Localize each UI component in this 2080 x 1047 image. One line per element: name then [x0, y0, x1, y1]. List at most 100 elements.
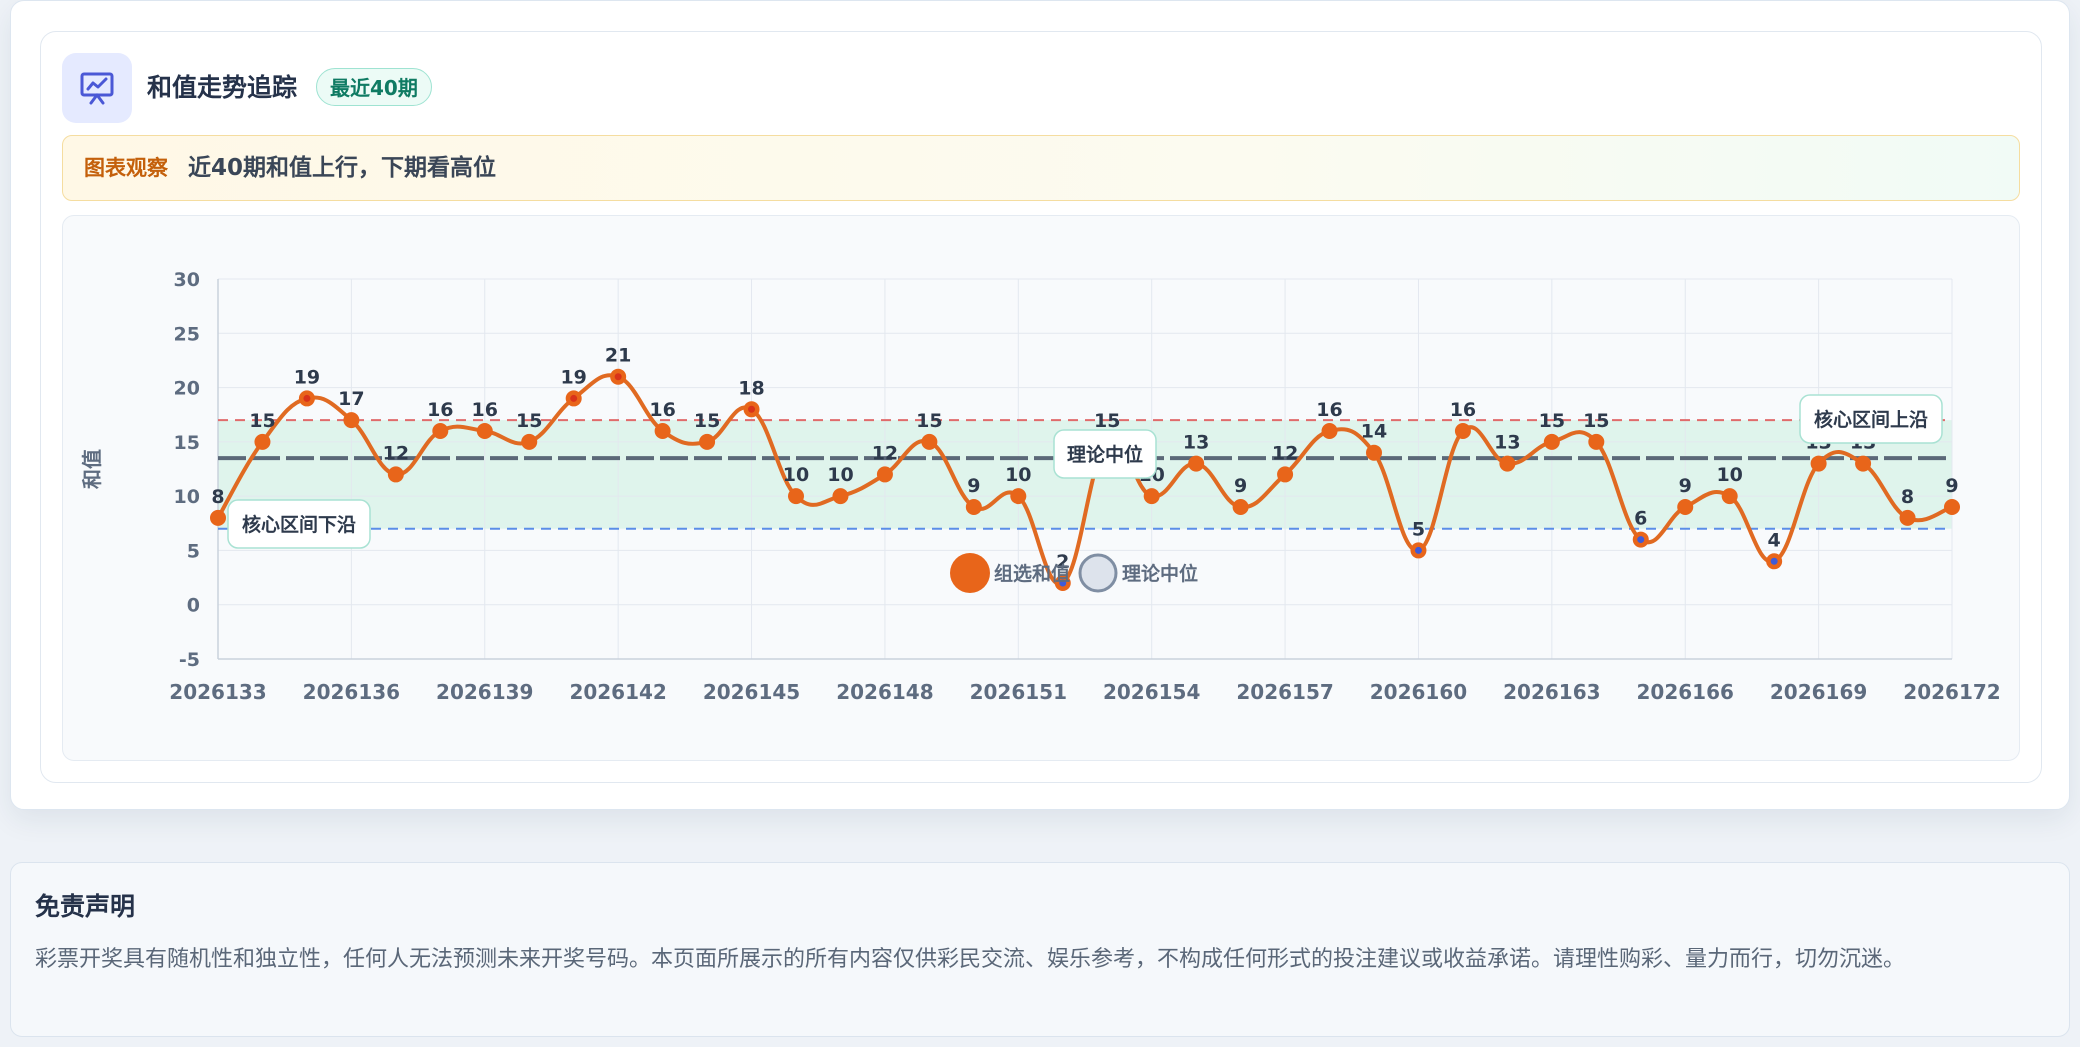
- data-label: 4: [1768, 529, 1781, 551]
- sum-point: [1677, 499, 1694, 515]
- x-tick-label: 2026151: [970, 680, 1067, 704]
- data-label: 12: [872, 442, 898, 464]
- x-tick-label: 2026139: [436, 680, 533, 704]
- sum-point: [476, 423, 493, 439]
- legend-label-sum: 组选和值: [994, 562, 1070, 585]
- data-label: 15: [1583, 410, 1609, 432]
- data-label: 17: [338, 388, 364, 410]
- data-label: 10: [783, 464, 809, 486]
- legend-swatch-sum: [950, 553, 990, 593]
- y-tick-label: 15: [174, 432, 200, 454]
- observation-tag: 图表观察: [84, 156, 168, 180]
- sum-point: [1232, 499, 1249, 515]
- sum-point: [832, 488, 849, 505]
- y-tick-label: 10: [174, 486, 200, 508]
- data-label: 15: [516, 410, 542, 432]
- x-tick-label: 2026145: [703, 680, 800, 704]
- data-label: 13: [1183, 432, 1209, 454]
- chart-observation: 图表观察 近40期和值上行，下期看高位: [62, 135, 2020, 201]
- data-label: 12: [383, 442, 409, 464]
- sum-point: [254, 433, 271, 450]
- sum-point: [1899, 509, 1916, 526]
- legend-label-median: 理论中位: [1122, 562, 1198, 585]
- data-label: 13: [1494, 432, 1520, 454]
- disclaimer-text: 彩票开奖具有随机性和独立性，任何人无法预测未来开奖号码。本页面所展示的所有内容仅…: [35, 947, 1906, 972]
- sum-point: [654, 423, 671, 439]
- sum-point: [876, 466, 893, 483]
- data-label: 9: [1234, 475, 1247, 497]
- presentation-chart-icon: [62, 53, 132, 123]
- data-label: 12: [1272, 442, 1298, 464]
- sum-trend-panel: 和值走势追踪 最近40期 图表观察 近40期和值上行，下期看高位 -5 0 5 10 1…: [40, 31, 2042, 783]
- data-label: 19: [294, 366, 320, 388]
- y-axis-title: 和值: [80, 449, 104, 489]
- panel-title: 和值走势追踪: [147, 73, 298, 102]
- trend-card: 和值走势追踪 最近40期 图表观察 近40期和值上行，下期看高位 -5 0 5 10 1…: [10, 0, 2070, 810]
- sum-point: [1810, 455, 1827, 472]
- data-label: 15: [1539, 410, 1565, 432]
- data-label: 8: [1901, 486, 1914, 508]
- sum-point: [1721, 488, 1738, 505]
- x-tick-label: 2026148: [836, 680, 933, 704]
- y-tick-label: 5: [187, 540, 200, 562]
- hot-marker: [303, 394, 311, 402]
- sum-point: [343, 412, 360, 429]
- x-tick-label: 2026154: [1103, 680, 1200, 704]
- sum-point: [387, 466, 404, 483]
- sum-point: [1277, 466, 1294, 483]
- cold-marker: [1637, 536, 1645, 544]
- y-tick-label: 30: [174, 269, 200, 291]
- data-label: 16: [1316, 399, 1342, 421]
- data-label: 6: [1634, 508, 1647, 530]
- y-tick-label: -5: [179, 649, 200, 671]
- data-label: 15: [249, 410, 275, 432]
- data-label: 16: [1450, 399, 1476, 421]
- lower-annotation: 核心区间下沿: [242, 513, 356, 536]
- x-tick-label: 2026136: [303, 680, 400, 704]
- data-label: 16: [472, 399, 498, 421]
- data-label: 16: [427, 399, 453, 421]
- hot-marker: [614, 373, 622, 381]
- sum-point: [1454, 423, 1471, 439]
- data-label: 10: [1005, 464, 1031, 486]
- x-tick-label: 2026157: [1236, 680, 1333, 704]
- sum-point: [965, 499, 982, 515]
- hot-marker: [748, 405, 756, 413]
- sum-point: [1588, 433, 1605, 450]
- data-label: 10: [827, 464, 853, 486]
- sum-point: [1143, 488, 1160, 505]
- upper-annotation: 核心区间上沿: [1814, 408, 1928, 431]
- sum-point: [1010, 488, 1027, 505]
- disclaimer-title: 免责声明: [35, 892, 136, 921]
- median-annotation: 理论中位: [1067, 443, 1143, 466]
- disclaimer-card: 免责声明 彩票开奖具有随机性和独立性，任何人无法预测未来开奖号码。本页面所展示的…: [10, 862, 2070, 1037]
- data-label: 10: [1716, 464, 1742, 486]
- data-label: 15: [916, 410, 942, 432]
- legend-swatch-median: [1078, 553, 1118, 593]
- sum-trend-chart: -5 0 5 10 15 20 25 30 2026133 2026136 2026139 20261…: [62, 215, 2020, 761]
- data-label: 8: [211, 486, 224, 508]
- data-label: 9: [1679, 475, 1692, 497]
- sum-point: [1855, 455, 1872, 472]
- cold-marker: [1770, 557, 1778, 565]
- sum-point: [432, 423, 449, 439]
- data-label: 15: [1094, 410, 1120, 432]
- period-badge: 最近40期: [316, 68, 432, 106]
- data-label: 15: [694, 410, 720, 432]
- y-tick-label: 0: [187, 595, 200, 617]
- cold-marker: [1414, 546, 1422, 554]
- data-label: 19: [560, 366, 586, 388]
- sum-point: [788, 488, 804, 505]
- x-tick-label: 2026142: [569, 680, 666, 704]
- data-label: 9: [967, 475, 980, 497]
- hot-marker: [570, 394, 578, 402]
- y-tick-label: 20: [174, 378, 200, 400]
- sum-point: [1499, 455, 1516, 472]
- sum-point: [1366, 444, 1382, 461]
- data-label: 21: [605, 345, 631, 367]
- data-label: 18: [738, 377, 764, 399]
- sum-point: [921, 433, 938, 450]
- x-tick-label: 2026163: [1503, 680, 1600, 704]
- data-label: 5: [1412, 518, 1425, 540]
- x-tick-label: 2026160: [1370, 680, 1467, 704]
